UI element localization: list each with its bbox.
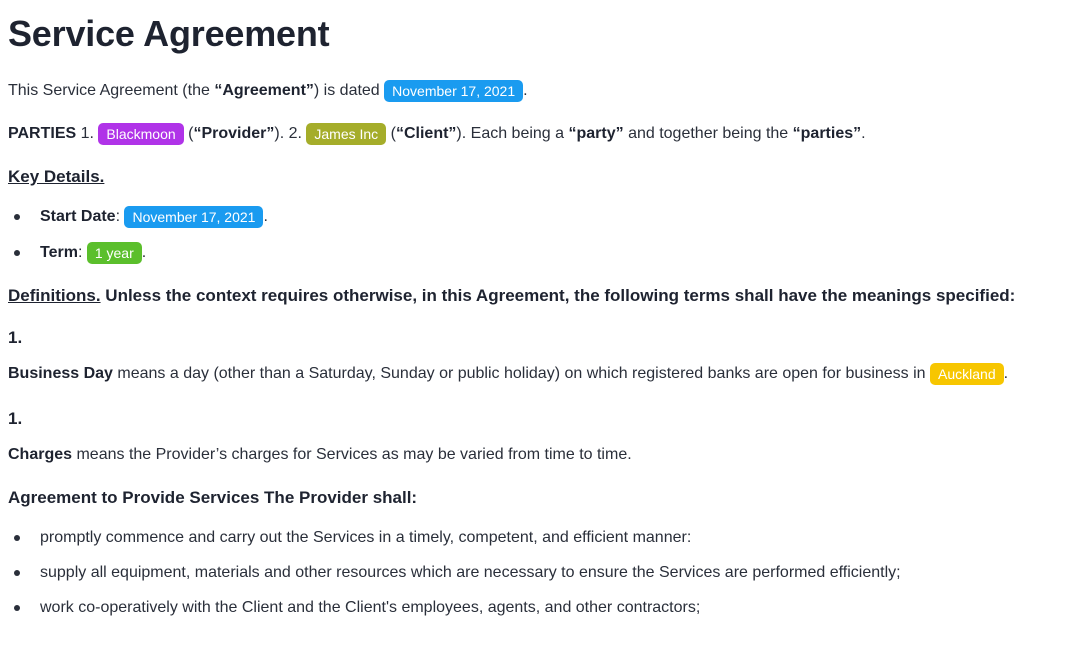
list-item: promptly commence and carry out the Serv… xyxy=(40,529,692,546)
provide-services-heading-text: Agreement to Provide Services xyxy=(8,488,260,507)
provider-term: “Provider” xyxy=(193,125,275,143)
bullet-icon xyxy=(14,605,20,611)
intro-paragraph: This Service Agreement (the “Agreement”)… xyxy=(8,80,528,102)
term-item: Term: 1 year. xyxy=(40,242,146,264)
definition-business-day: Business Day means a day (other than a S… xyxy=(8,363,1008,385)
client-term: “Client” xyxy=(395,125,457,143)
term-end: . xyxy=(141,244,147,262)
party-term: “party” xyxy=(568,125,624,143)
charges-term: Charges xyxy=(8,446,73,463)
location-field[interactable]: Auckland xyxy=(930,363,1004,385)
definition-charges: Charges means the Provider’s charges for… xyxy=(8,444,632,466)
agreement-date-field[interactable]: November 17, 2021 xyxy=(384,80,524,102)
parties-each-text: ). Each being a xyxy=(456,125,569,143)
list-item: work co-operatively with the Client and … xyxy=(40,599,701,616)
term-colon: : xyxy=(77,244,87,262)
provide-services-intro: The Provider shall: xyxy=(259,488,418,507)
start-date-field[interactable]: November 17, 2021 xyxy=(124,206,264,228)
intro-text: This Service Agreement (the xyxy=(8,82,215,100)
bullet-icon xyxy=(14,250,20,256)
business-day-term: Business Day xyxy=(8,365,113,383)
parties-label: PARTIES xyxy=(8,125,77,143)
definition-number: 1. xyxy=(8,328,23,347)
bullet-icon xyxy=(14,570,20,576)
definitions-heading-text: Definitions. xyxy=(8,286,101,305)
key-details-heading-text: Key Details. xyxy=(8,167,105,186)
intro-text-mid: ) is dated xyxy=(313,82,385,100)
provide-services-heading: Agreement to Provide Services The Provid… xyxy=(8,487,417,509)
term-field[interactable]: 1 year xyxy=(86,242,142,264)
definitions-heading: Definitions. Unless the context requires… xyxy=(8,285,1015,307)
parties-number-2: ). 2. xyxy=(274,125,307,143)
charges-text: means the Provider’s charges for Service… xyxy=(72,446,632,463)
bullet-icon xyxy=(14,535,20,541)
start-date-item: Start Date: November 17, 2021. xyxy=(40,206,268,228)
provider-open-paren: ( xyxy=(183,125,194,143)
term-label: Term xyxy=(40,244,78,262)
parties-together-text: and together being the xyxy=(623,125,793,143)
business-day-text: means a day (other than a Saturday, Sund… xyxy=(112,365,931,383)
parties-end: . xyxy=(861,125,866,143)
parties-paragraph: PARTIES 1. Blackmoon (“Provider”). 2. Ja… xyxy=(8,123,866,145)
start-date-label: Start Date xyxy=(40,208,116,226)
list-item: supply all equipment, materials and othe… xyxy=(40,564,901,581)
business-day-end: . xyxy=(1003,365,1009,383)
page-title: Service Agreement xyxy=(8,13,330,54)
start-date-colon: : xyxy=(115,208,125,226)
definition-number: 1. xyxy=(8,409,23,428)
start-date-end: . xyxy=(263,208,268,226)
key-details-heading: Key Details. xyxy=(8,166,104,188)
client-name-field[interactable]: James Inc xyxy=(306,123,387,145)
agreement-term: “Agreement” xyxy=(214,82,314,100)
parties-term: “parties” xyxy=(792,125,862,143)
client-open-paren: ( xyxy=(386,125,396,143)
parties-number-1: 1. xyxy=(76,125,99,143)
intro-end: . xyxy=(523,82,528,100)
definitions-intro-text: Unless the context requires otherwise, i… xyxy=(100,286,1016,305)
bullet-icon xyxy=(14,214,20,220)
provider-name-field[interactable]: Blackmoon xyxy=(98,123,184,145)
